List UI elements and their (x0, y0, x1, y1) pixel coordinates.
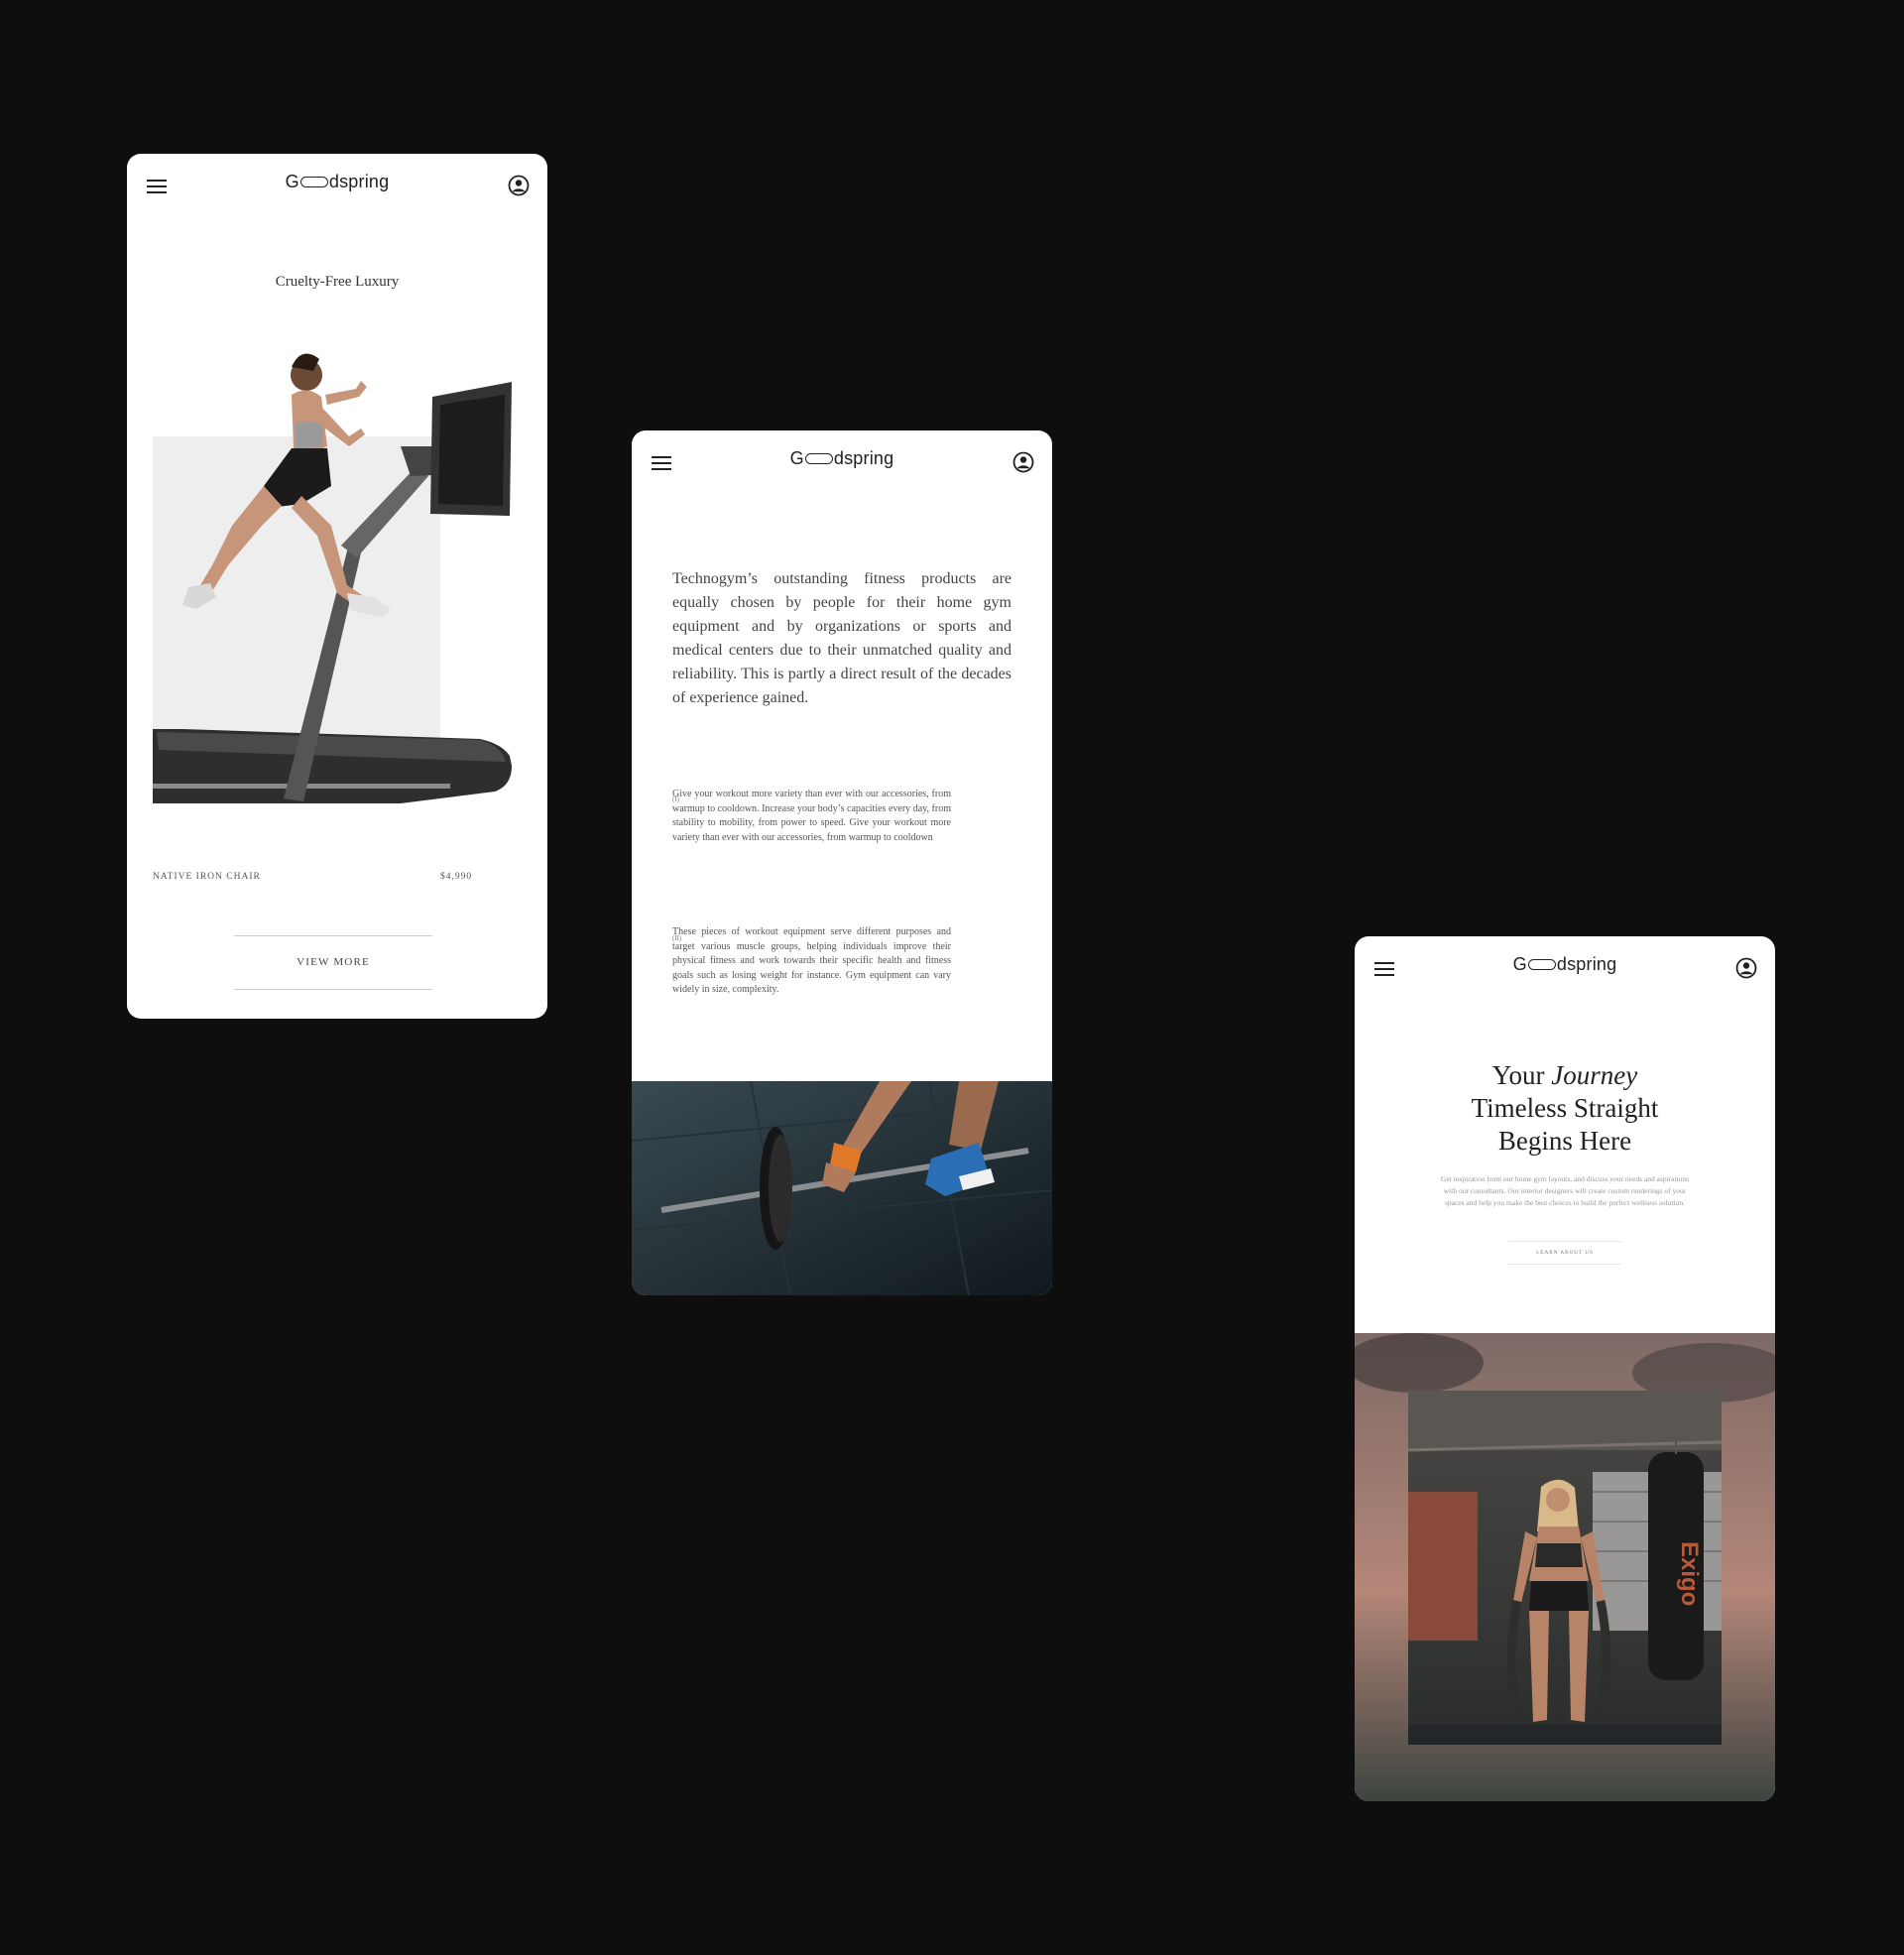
product-price: $4,990 (440, 872, 473, 882)
user-circle-icon[interactable] (1012, 451, 1034, 473)
hero-subtext: Get inspiration from our home gym layout… (1440, 1174, 1690, 1207)
product-screen: Gdspring Cruelty-Free Luxury NATIVE IRON… (127, 154, 547, 1019)
brand-logo[interactable]: Gdspring (632, 448, 1052, 469)
view-more-button[interactable]: VIEW MORE (234, 935, 432, 990)
feature-paragraph: These pieces of workout equipment serve … (672, 926, 951, 996)
brand-logo[interactable]: Gdspring (127, 172, 547, 192)
feature-paragraph: Give your workout more variety than ever… (672, 789, 951, 843)
hero-heading: Your Journey Timeless Straight Begins He… (1471, 1060, 1659, 1156)
top-bar: Gdspring (1355, 936, 1775, 1000)
about-screen: Gdspring Technogym’s outstanding fitness… (632, 430, 1052, 1295)
learn-about-us-button[interactable]: LEARN ABOUT US (1508, 1241, 1621, 1265)
battle-ropes-athlete-image[interactable]: Exigo (1355, 1333, 1775, 1801)
journey-screen: Gdspring Your Journey Timeless Straight … (1355, 936, 1775, 1801)
treadmill-runner-image[interactable] (153, 337, 514, 813)
section-title: Cruelty-Free Luxury (275, 274, 400, 290)
brand-logo[interactable]: Gdspring (1355, 954, 1775, 975)
intro-paragraph: Technogym’s outstanding fitness products… (672, 570, 1012, 706)
user-circle-icon[interactable] (508, 175, 530, 196)
product-name: NATIVE IRON CHAIR (153, 872, 261, 882)
bag-brand-label: Exigo (1676, 1541, 1703, 1606)
user-circle-icon[interactable] (1735, 957, 1757, 979)
top-bar: Gdspring (632, 430, 1052, 494)
top-bar: Gdspring (127, 154, 547, 217)
barbell-deadlift-image[interactable] (632, 1081, 1052, 1295)
